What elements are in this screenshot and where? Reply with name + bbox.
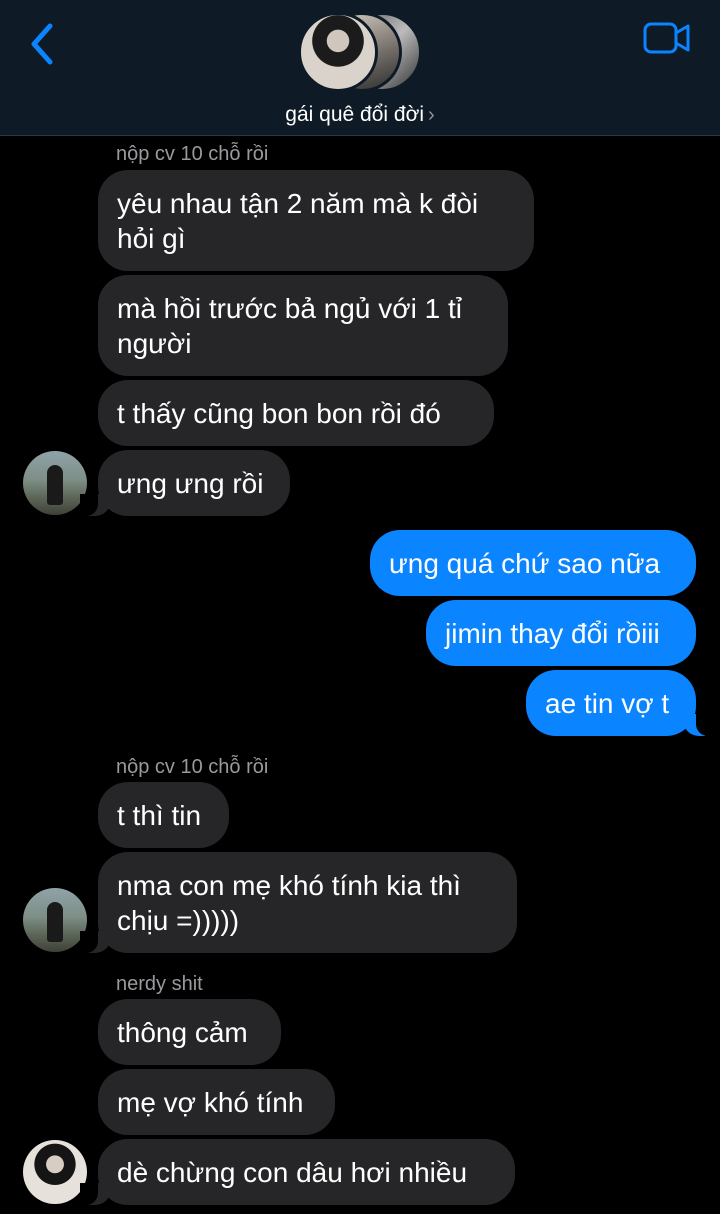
video-camera-icon [643,22,690,54]
message-bubble-outgoing[interactable]: ưng quá chứ sao nữa [370,530,696,596]
contact-avatar[interactable] [23,451,87,515]
sender-name: nộp cv 10 chỗ rồi [116,143,269,165]
message-bubble-outgoing[interactable]: ae tin vợ t [526,670,714,736]
message-bubble-incoming[interactable]: yêu nhau tận 2 năm mà k đòi hỏi gì [98,170,534,271]
message-bubble-incoming[interactable]: mà hồi trước bả ngủ với 1 tỉ người [98,275,508,376]
group-name-label: gái quê đổi đời [285,103,425,126]
contact-avatar[interactable] [23,1140,87,1204]
group-avatar-stack[interactable] [298,12,424,96]
message-bubble-incoming[interactable]: ưng ưng rồi [80,450,290,516]
message-bubble-incoming[interactable]: t thì tin [98,782,229,848]
message-bubble-incoming[interactable]: mẹ vợ khó tính [98,1069,335,1135]
sender-name: nộp cv 10 chỗ rồi [116,756,269,778]
group-avatar-1 [298,12,378,92]
message-bubble-incoming[interactable]: thông cảm [98,999,281,1065]
message-bubble-incoming[interactable]: dè chừng con dâu hơi nhiều [80,1139,515,1205]
back-button[interactable] [26,22,60,66]
video-call-button[interactable] [642,20,692,56]
avatar-figure [47,465,63,505]
chat-header: gái quê đổi đời › [0,0,720,136]
contact-avatar[interactable] [23,888,87,952]
sender-name: nerdy shit [116,973,203,995]
chevron-left-icon [31,23,53,65]
avatar-figure [47,902,63,942]
chevron-right-icon: › [428,104,435,126]
message-bubble-incoming[interactable]: nma con mẹ khó tính kia thì chịu =))))) [80,852,517,953]
group-name[interactable]: gái quê đổi đời › [0,103,720,127]
message-bubble-outgoing[interactable]: jimin thay đổi rồiii [426,600,696,666]
message-bubble-incoming[interactable]: t thấy cũng bon bon rồi đó [98,380,494,446]
